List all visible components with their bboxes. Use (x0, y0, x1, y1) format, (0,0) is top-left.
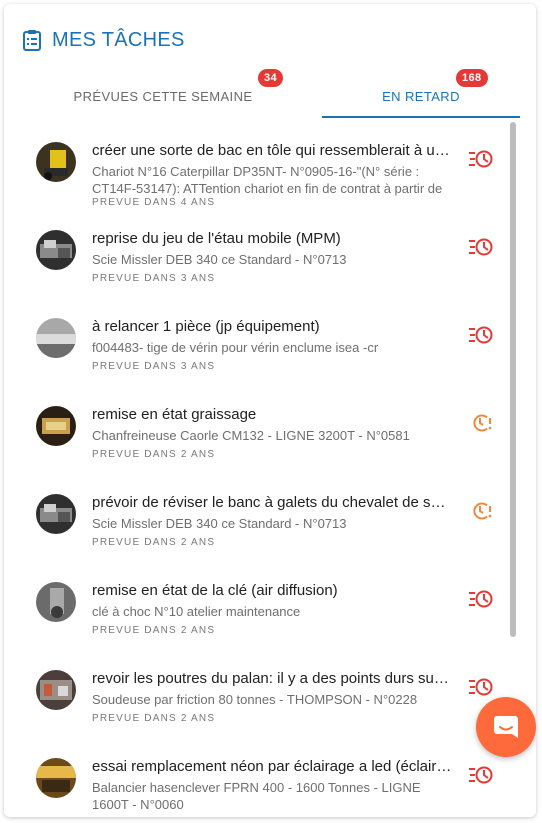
task-title: essai remplacement néon par éclairage a … (92, 758, 452, 775)
tab-bar: PRÉVUES CETTE SEMAINE 34 EN RETARD 168 (4, 69, 536, 120)
task-item[interactable]: à relancer 1 pièce (jp équipement) f0044… (4, 298, 504, 386)
avatar (36, 494, 76, 534)
warning-clock-icon (473, 502, 492, 520)
tab-label: EN RETARD (382, 88, 460, 104)
tab-overdue[interactable]: EN RETARD 168 (322, 69, 520, 120)
task-equipment: Soudeuse par friction 80 tonnes - THOMPS… (92, 692, 418, 707)
task-due: PREVUE DANS 2 ANS (92, 537, 216, 548)
overdue-clock-icon (469, 766, 493, 784)
avatar (36, 670, 76, 710)
task-item[interactable]: remise en état de la clé (air diffusion)… (4, 562, 504, 650)
avatar (36, 230, 76, 270)
avatar (36, 142, 76, 182)
task-due: PREVUE DANS 4 ANS (92, 197, 216, 208)
tasks-card: MES TÂCHES PRÉVUES CETTE SEMAINE 34 EN R… (4, 4, 536, 817)
task-due: PREVUE DANS 3 ANS (92, 273, 216, 284)
task-title: revoir les poutres du palan: il y a des … (92, 670, 452, 687)
overdue-clock-icon (469, 150, 493, 168)
page-title: MES TÂCHES (52, 28, 185, 51)
avatar (36, 582, 76, 622)
task-item[interactable]: reprise du jeu de l'étau mobile (MPM) Sc… (4, 210, 504, 298)
task-title: créer une sorte de bac en tôle qui resse… (92, 142, 452, 159)
scrollbar-thumb[interactable] (510, 122, 516, 637)
task-due: PREVUE DANS 3 ANS (92, 361, 216, 372)
count-badge: 34 (258, 69, 284, 87)
task-equipment: Chanfreineuse Caorle CM132 - LIGNE 3200T… (92, 428, 410, 443)
task-title: prévoir de réviser le banc à galets du c… (92, 494, 452, 511)
clipboard-list-icon (23, 30, 41, 51)
chat-bubble-icon (494, 716, 518, 738)
tab-planned-this-week[interactable]: PRÉVUES CETTE SEMAINE 34 (4, 69, 322, 120)
task-equipment: f004483- tige de vérin pour vérin enclum… (92, 340, 379, 355)
task-item[interactable]: revoir les poutres du palan: il y a des … (4, 650, 504, 738)
task-item[interactable]: essai remplacement néon par éclairage a … (4, 738, 504, 817)
avatar (36, 406, 76, 446)
task-title: reprise du jeu de l'étau mobile (MPM) (92, 230, 341, 247)
overdue-clock-icon (469, 678, 493, 696)
task-list[interactable]: créer une sorte de bac en tôle qui resse… (4, 122, 536, 817)
card-header: MES TÂCHES (22, 26, 185, 54)
overdue-clock-icon (469, 238, 493, 256)
task-due: PREVUE DANS 2 ANS (92, 713, 216, 724)
task-equipment: Balancier hasenclever FPRN 400 - 1600 To… (92, 780, 421, 812)
task-title: remise en état graissage (92, 406, 257, 423)
overdue-clock-icon (469, 590, 493, 608)
task-due: PREVUE DANS 2 ANS (92, 449, 216, 460)
task-equipment: clé à choc N°10 atelier maintenance (92, 604, 301, 619)
task-item[interactable]: prévoir de réviser le banc à galets du c… (4, 474, 504, 562)
count-badge: 168 (456, 69, 488, 87)
task-equipment: Chariot N°16 Caterpillar DP35NT- N°0905-… (92, 164, 443, 196)
avatar (36, 758, 76, 798)
task-title: à relancer 1 pièce (jp équipement) (92, 318, 320, 335)
task-item[interactable]: remise en état graissage Chanfreineuse C… (4, 386, 504, 474)
task-title: remise en état de la clé (air diffusion) (92, 582, 338, 599)
avatar (36, 318, 76, 358)
task-equipment: Scie Missler DEB 340 ce Standard - N°071… (92, 252, 347, 267)
task-equipment: Scie Missler DEB 340 ce Standard - N°071… (92, 516, 347, 531)
tab-label: PRÉVUES CETTE SEMAINE (73, 88, 253, 104)
chat-button[interactable] (476, 697, 536, 757)
task-due: PREVUE DANS 2 ANS (92, 625, 216, 636)
overdue-clock-icon (469, 326, 493, 344)
task-item[interactable]: créer une sorte de bac en tôle qui resse… (4, 122, 504, 210)
warning-clock-icon (473, 414, 492, 432)
